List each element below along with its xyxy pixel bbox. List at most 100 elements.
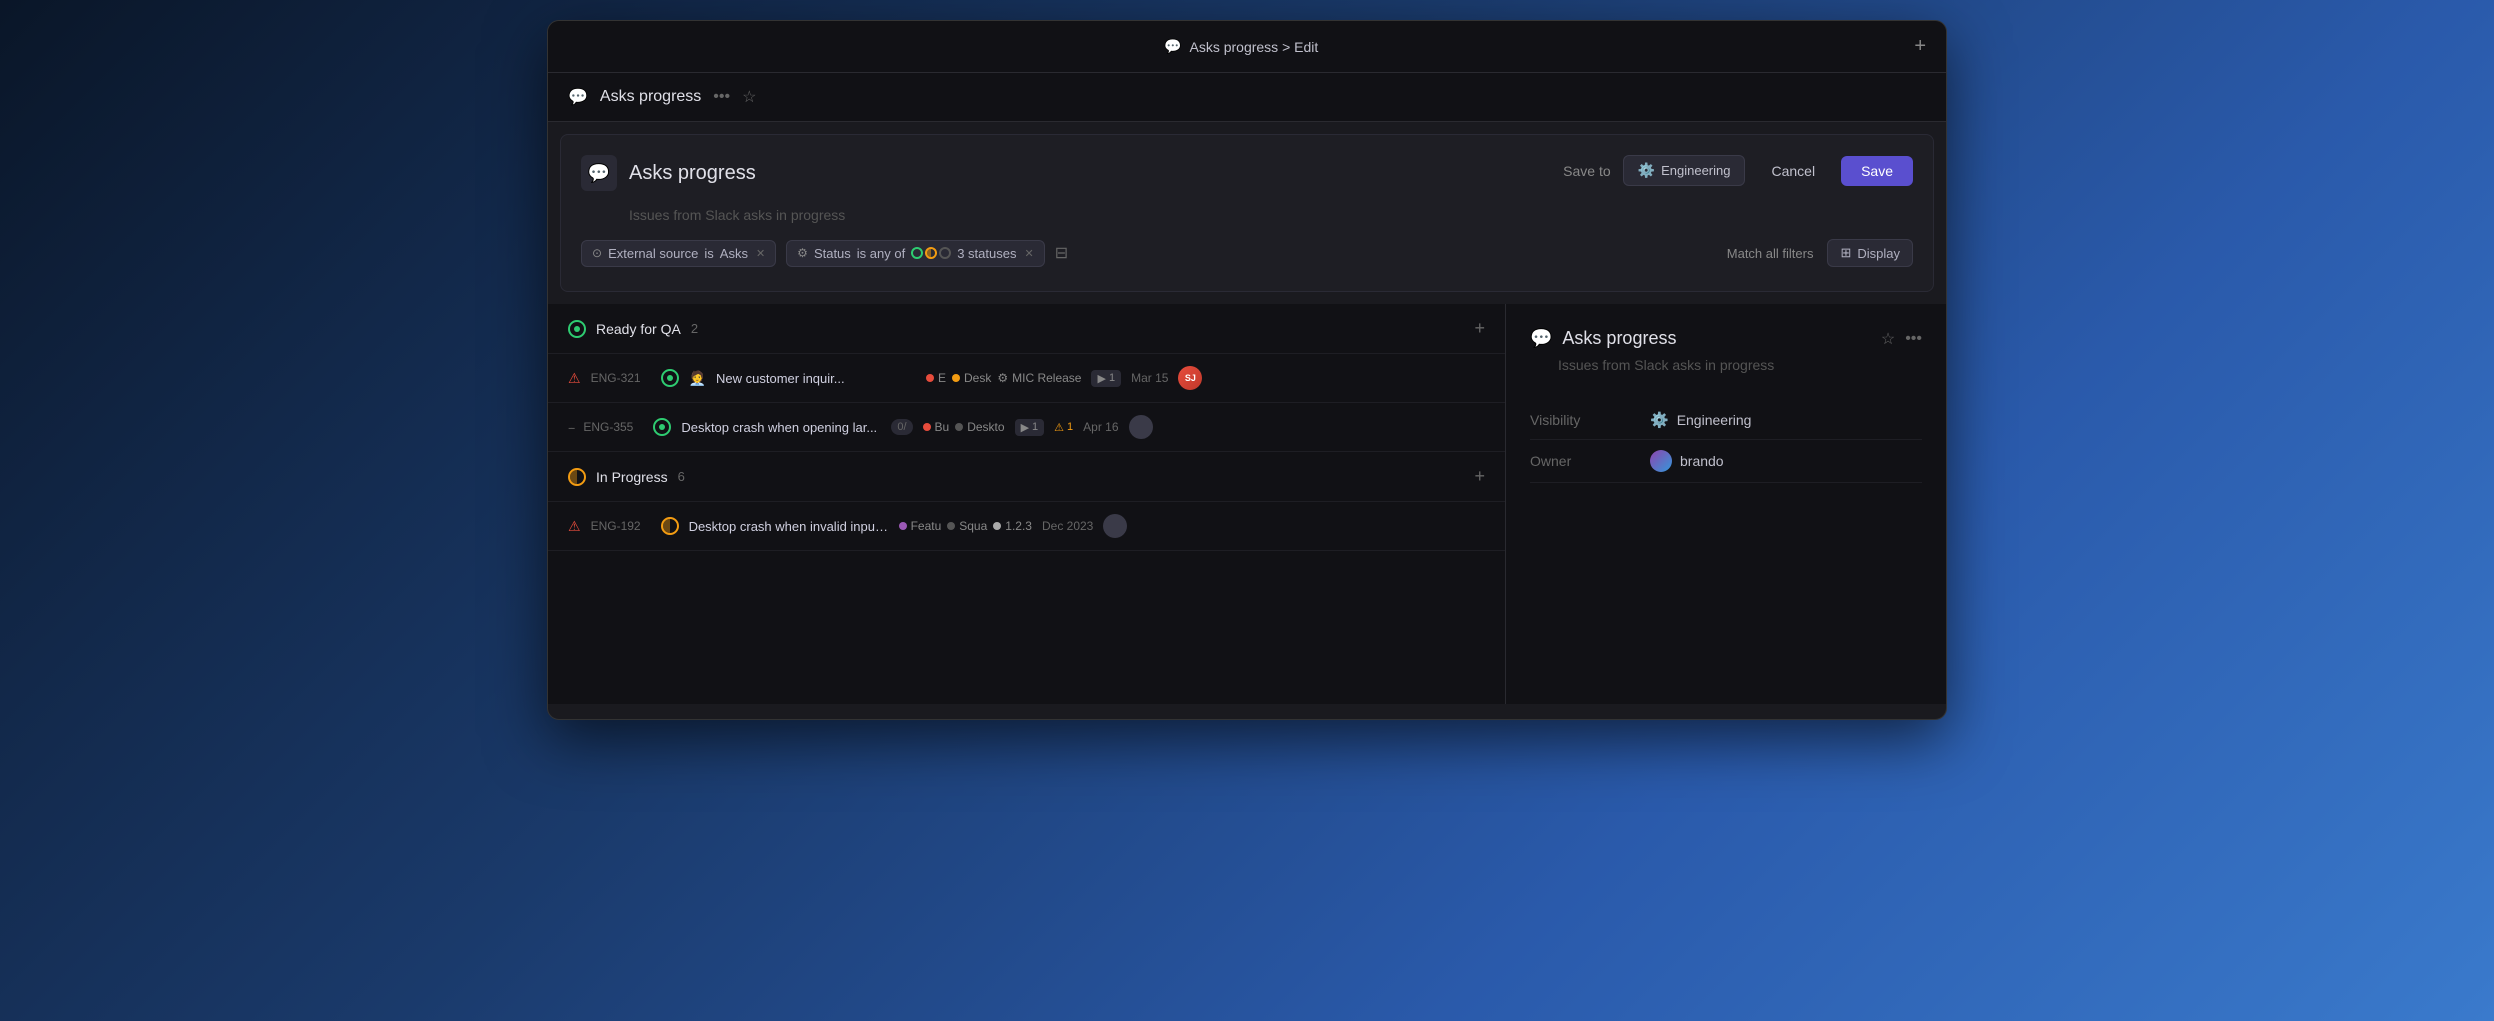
- issue-title: Desktop crash when opening lar...: [681, 420, 881, 435]
- issue-emoji: 🧑‍💼: [689, 370, 706, 387]
- tag-pill: 1.2.3: [993, 519, 1032, 533]
- tag-pill-gear: ⚙ MIC Release: [997, 371, 1081, 385]
- issue-status-ready-icon: [653, 418, 671, 436]
- owner-avatar: [1650, 450, 1672, 472]
- tag-dot-yellow: [952, 374, 960, 382]
- group-title-in-progress: In Progress: [596, 469, 668, 485]
- tag-pill: Deskto: [955, 420, 1004, 434]
- group-add-in-progress[interactable]: +: [1474, 466, 1485, 487]
- issue-status-ready-icon: [661, 369, 679, 387]
- issue-tags: Featu Squa 1.2.3: [899, 519, 1032, 533]
- issue-date: Dec 2023: [1042, 519, 1093, 533]
- panel-star-button[interactable]: ☆: [1881, 329, 1895, 349]
- status-ready-icon: [568, 320, 586, 338]
- title-bar-plus-button[interactable]: +: [1914, 35, 1926, 58]
- edit-top-row: 💬 Asks progress Save to ⚙️ Engineering C…: [581, 155, 1913, 191]
- tag-label: Deskto: [967, 420, 1004, 434]
- warn-icon: ⚠: [1054, 421, 1064, 434]
- view-header-menu-button[interactable]: •••: [713, 88, 730, 106]
- group-header-left: Ready for QA 2: [568, 320, 698, 338]
- status-circle-dark: [939, 247, 951, 259]
- tag-pill: Squa: [947, 519, 987, 533]
- tag-label: Desk: [964, 371, 991, 385]
- edit-description: Issues from Slack asks in progress: [629, 207, 1913, 223]
- play-badge: ▶ 1: [1091, 370, 1121, 387]
- match-all-filters[interactable]: Match all filters: [1727, 246, 1814, 261]
- play-count: 1: [1109, 372, 1115, 384]
- issue-row[interactable]: ⚠ ENG-192 Desktop crash when invalid inp…: [548, 502, 1505, 551]
- edit-view-title: Asks progress: [629, 162, 756, 185]
- panel-menu-button[interactable]: •••: [1905, 330, 1922, 348]
- visibility-value: ⚙️ Engineering: [1650, 411, 1751, 429]
- group-header-left: In Progress 6: [568, 468, 685, 486]
- external-source-remove-button[interactable]: ✕: [756, 247, 765, 260]
- tag-pill: Featu: [899, 519, 942, 533]
- issue-title: Desktop crash when invalid input in ...: [689, 519, 889, 534]
- status-filter-label: Status: [814, 246, 851, 261]
- panel-visibility-field: Visibility ⚙️ Engineering: [1530, 401, 1922, 440]
- issue-row[interactable]: ⚠ ENG-321 🧑‍💼 New customer inquir... E D…: [548, 354, 1505, 403]
- title-bar-title: Asks progress > Edit: [1189, 39, 1318, 55]
- avatar: SJ: [1178, 366, 1202, 390]
- external-source-label: External source: [608, 246, 698, 261]
- external-source-filter[interactable]: ⊙ External source is Asks ✕: [581, 240, 776, 267]
- status-filter[interactable]: ⚙ Status is any of 3 statuses ✕: [786, 240, 1045, 267]
- filters-right: Match all filters ⊞ Display: [1727, 239, 1913, 267]
- avatar-empty: [1103, 514, 1127, 538]
- issue-row[interactable]: -- ENG-355 Desktop crash when opening la…: [548, 403, 1505, 452]
- external-source-icon: ⊙: [592, 246, 602, 260]
- group-add-ready-for-qa[interactable]: +: [1474, 318, 1485, 339]
- warn-badge: ⚠ 1: [1054, 421, 1073, 434]
- title-bar-center: 💬 Asks progress > Edit: [1164, 38, 1318, 55]
- tag-label: Squa: [959, 519, 987, 533]
- view-header-star-button[interactable]: ☆: [742, 87, 756, 107]
- display-button[interactable]: ⊞ Display: [1827, 239, 1913, 267]
- engineering-label: Engineering: [1661, 163, 1730, 178]
- issue-date: Apr 16: [1083, 420, 1118, 434]
- status-circle-yellow: [925, 247, 937, 259]
- status-circles: [911, 247, 951, 259]
- status-is-any-of-label: is any of: [857, 246, 905, 261]
- filter-asks-label: Asks: [720, 246, 748, 261]
- tag-dot: [947, 522, 955, 530]
- edit-view-icon: 💬: [581, 155, 617, 191]
- filter-options-icon[interactable]: ⊟: [1055, 243, 1068, 263]
- visibility-label: Visibility: [1530, 412, 1650, 428]
- filter-is-label: is: [704, 246, 713, 261]
- panel-actions: ☆ •••: [1881, 329, 1922, 349]
- group-count-in-progress: 6: [678, 469, 685, 484]
- group-title-ready-for-qa: Ready for QA: [596, 321, 681, 337]
- title-bar: 💬 Asks progress > Edit +: [548, 21, 1946, 73]
- priority-urgent-icon: ⚠: [568, 370, 581, 387]
- right-panel: 💬 Asks progress ☆ ••• Issues from Slack …: [1506, 304, 1946, 704]
- tag-label: 1.2.3: [1005, 519, 1032, 533]
- play-icon: ▶: [1097, 372, 1105, 385]
- panel-header: 💬 Asks progress ☆ •••: [1530, 328, 1922, 349]
- main-content: Ready for QA 2 + ⚠ ENG-321 🧑‍💼 New custo…: [548, 304, 1946, 704]
- owner-name: brando: [1680, 453, 1724, 469]
- warn-count: 1: [1067, 421, 1073, 433]
- issue-date: Mar 15: [1131, 371, 1168, 385]
- issue-id: ENG-192: [591, 519, 651, 533]
- tag-label: MIC Release: [1012, 371, 1081, 385]
- tag-label: Featu: [911, 519, 942, 533]
- issue-id: ENG-355: [583, 420, 643, 434]
- owner-value: brando: [1650, 450, 1724, 472]
- save-button[interactable]: Save: [1841, 156, 1913, 186]
- issues-list: Ready for QA 2 + ⚠ ENG-321 🧑‍💼 New custo…: [548, 304, 1506, 704]
- view-header-chat-icon: 💬: [568, 87, 588, 107]
- edit-area: 💬 Asks progress Save to ⚙️ Engineering C…: [560, 134, 1934, 292]
- panel-title-row: 💬 Asks progress: [1530, 328, 1676, 349]
- tag-pill: Bu: [923, 420, 950, 434]
- tag-dot: [923, 423, 931, 431]
- engineering-button[interactable]: ⚙️ Engineering: [1623, 155, 1746, 186]
- edit-title-row: 💬 Asks progress: [581, 155, 756, 191]
- tag-dot: [955, 423, 963, 431]
- status-filter-remove-button[interactable]: ✕: [1024, 247, 1033, 260]
- priority-dashes-icon: --: [568, 419, 573, 435]
- group-in-progress: In Progress 6 +: [548, 452, 1505, 502]
- owner-label: Owner: [1530, 453, 1650, 469]
- panel-owner-field: Owner brando: [1530, 440, 1922, 483]
- issue-tags: Bu Deskto: [923, 420, 1005, 434]
- cancel-button[interactable]: Cancel: [1757, 157, 1829, 185]
